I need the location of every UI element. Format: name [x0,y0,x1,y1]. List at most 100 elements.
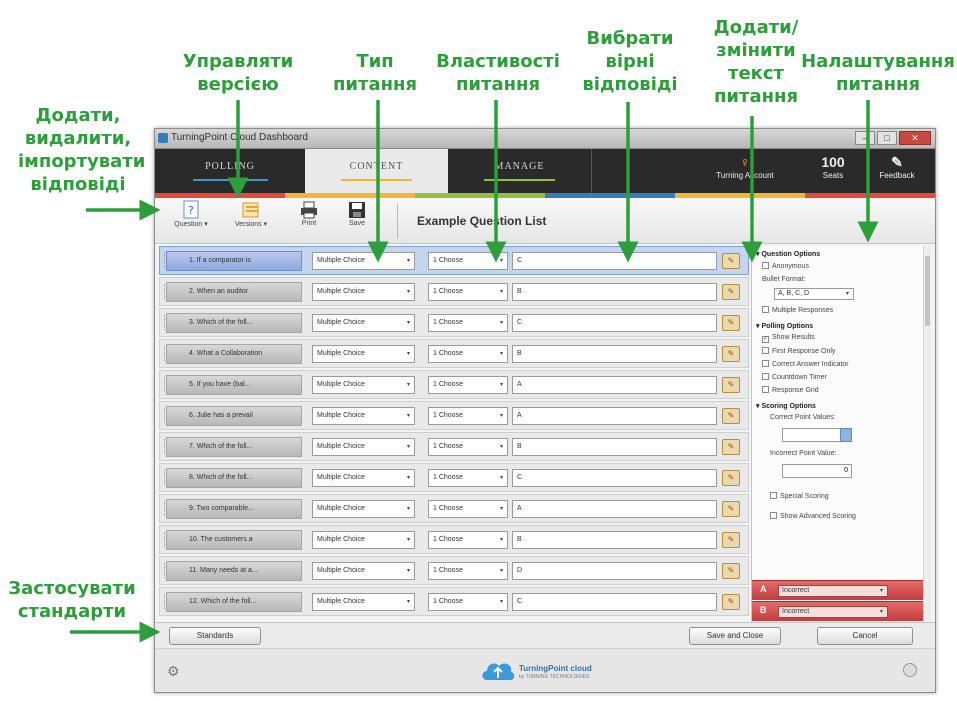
question-text[interactable]: 6. Julie has a prevail [166,406,302,426]
edit-question-icon[interactable]: ✎ [722,346,740,362]
correct-answer-input[interactable]: A [512,500,717,518]
anonymous-checkbox[interactable] [762,262,769,269]
panel-scrollbar[interactable] [923,246,931,622]
show-advanced-scoring-option[interactable]: Show Advanced Scoring [770,512,856,520]
question-properties-select[interactable]: 1 Choose ▾ [428,531,508,549]
correct-answer-input[interactable]: C [512,469,717,487]
save-button[interactable]: Save [335,200,379,227]
question-type-select[interactable]: Multiple Choice ▾ [312,438,415,456]
question-button[interactable]: ? Question ▾ [163,200,219,228]
print-button[interactable]: Print [287,200,331,227]
edit-question-icon[interactable]: ✎ [722,594,740,610]
correct-answer-indicator-checkbox[interactable] [762,360,769,367]
scoring-options-heading[interactable]: ▾ Scoring Options [756,402,816,410]
question-properties-select[interactable]: 1 Choose ▾ [428,345,508,363]
correct-answer-input[interactable]: A [512,407,717,425]
correct-answer-input[interactable]: C [512,593,717,611]
edit-question-icon[interactable]: ✎ [722,284,740,300]
polling-options-heading[interactable]: ▾ Polling Options [756,322,813,330]
answer-a-select[interactable]: Incorrect ▾ [778,585,888,597]
question-type-select[interactable]: Multiple Choice ▾ [312,500,415,518]
anonymous-option[interactable]: Anonymous [762,262,809,270]
question-row[interactable]: 7. Which of the foll... Multiple Choice ▾ 1… [159,432,749,461]
correct-answer-input[interactable]: B [512,283,717,301]
multiple-responses-checkbox[interactable] [762,306,769,313]
question-properties-select[interactable]: 1 Choose ▾ [428,314,508,332]
response-grid-checkbox[interactable] [762,386,769,393]
question-properties-select[interactable]: 1 Choose ▾ [428,438,508,456]
correct-answer-input[interactable]: B [512,438,717,456]
question-text[interactable]: 12. Which of the foll... [166,592,302,612]
correct-answer-input[interactable]: A [512,376,717,394]
versions-button[interactable]: Versions ▾ [223,200,279,228]
edit-question-icon[interactable]: ✎ [722,315,740,331]
countdown-timer-option[interactable]: Countdown Timer [762,373,827,381]
edit-question-icon[interactable]: ✎ [722,563,740,579]
question-text[interactable]: 10. The customers a [166,530,302,550]
turning-account-button[interactable]: ♀ Turning Account [715,153,775,180]
save-and-close-button[interactable]: Save and Close [689,627,781,645]
question-type-select[interactable]: Multiple Choice ▾ [312,407,415,425]
question-type-select[interactable]: Multiple Choice ▾ [312,252,415,270]
question-properties-select[interactable]: 1 Choose ▾ [428,252,508,270]
title-bar[interactable]: TurningPoint Cloud Dashboard – □ ✕ [155,129,935,149]
question-type-select[interactable]: Multiple Choice ▾ [312,376,415,394]
edit-question-icon[interactable]: ✎ [722,377,740,393]
question-row[interactable]: 9. Two comparable... Multiple Choice ▾ 1 Ch… [159,494,749,523]
show-results-option[interactable]: ✓ Show Results [762,334,815,343]
question-row[interactable]: 8. Which of the foll... Multiple Choice ▾ 1… [159,463,749,492]
edit-question-icon[interactable]: ✎ [722,470,740,486]
question-row[interactable]: 5. If you have (bal... Multiple Choice ▾ 1 … [159,370,749,399]
first-response-option[interactable]: First Response Only [762,347,835,355]
response-grid-option[interactable]: Response Grid [762,386,819,394]
multiple-responses-option[interactable]: Multiple Responses [762,306,833,314]
question-properties-select[interactable]: 1 Choose ▾ [428,407,508,425]
question-row[interactable]: 4. What a Collaboration Multiple Choice ▾ 1… [159,339,749,368]
edit-question-icon[interactable]: ✎ [722,253,740,269]
countdown-timer-checkbox[interactable] [762,373,769,380]
question-row[interactable]: 10. The customers a Multiple Choice ▾ 1 Cho… [159,525,749,554]
edit-question-icon[interactable]: ✎ [722,408,740,424]
special-scoring-checkbox[interactable] [770,492,777,499]
close-button[interactable]: ✕ [899,131,931,145]
special-scoring-option[interactable]: Special Scoring [770,492,829,500]
edit-question-icon[interactable]: ✎ [722,501,740,517]
question-type-select[interactable]: Multiple Choice ▾ [312,593,415,611]
show-advanced-scoring-checkbox[interactable] [770,512,777,519]
question-row[interactable]: 1. If a comparator is Multiple Choice ▾ 1 C… [159,246,749,275]
question-properties-select[interactable]: 1 Choose ▾ [428,283,508,301]
question-row[interactable]: 12. Which of the foll... Multiple Choice ▾… [159,587,749,616]
question-properties-select[interactable]: 1 Choose ▾ [428,469,508,487]
correct-point-input[interactable] [782,428,852,442]
bullet-format-select[interactable]: A, B, C, D ▾ [774,288,854,300]
question-type-select[interactable]: Multiple Choice ▾ [312,283,415,301]
question-row[interactable]: 2. When an auditor Multiple Choice ▾ 1 Choo… [159,277,749,306]
cancel-button[interactable]: Cancel [817,627,913,645]
incorrect-point-input[interactable]: 0 [782,464,852,478]
question-row[interactable]: 3. Which of the foll... Multiple Choice ▾ 1… [159,308,749,337]
question-text[interactable]: 9. Two comparable... [166,499,302,519]
correct-answer-input[interactable]: D [512,562,717,580]
standards-button[interactable]: Standards [169,627,261,645]
tab-content[interactable]: CONTENT [305,149,448,193]
question-text[interactable]: 8. Which of the foll... [166,468,302,488]
question-text[interactable]: 3. Which of the foll... [166,313,302,333]
seats-button[interactable]: 100 Seats [803,153,863,180]
question-type-select[interactable]: Multiple Choice ▾ [312,531,415,549]
help-icon[interactable] [903,663,917,677]
panel-scrollbar-thumb[interactable] [925,256,930,326]
tab-polling[interactable]: POLLING [155,149,305,193]
question-text[interactable]: 11. Many needs at a... [166,561,302,581]
spinner-icon[interactable] [840,428,852,442]
question-properties-select[interactable]: 1 Choose ▾ [428,593,508,611]
question-text[interactable]: 4. What a Collaboration [166,344,302,364]
maximize-button[interactable]: □ [877,131,897,145]
answer-b-select[interactable]: Incorrect ▾ [778,606,888,618]
question-properties-select[interactable]: 1 Choose ▾ [428,500,508,518]
question-row[interactable]: 11. Many needs at a... Multiple Choice ▾ 1 … [159,556,749,585]
correct-answer-input[interactable]: C [512,314,717,332]
question-options-heading[interactable]: ▾ Question Options [756,250,820,258]
question-type-select[interactable]: Multiple Choice ▾ [312,469,415,487]
correct-answer-input[interactable]: B [512,531,717,549]
edit-question-icon[interactable]: ✎ [722,439,740,455]
